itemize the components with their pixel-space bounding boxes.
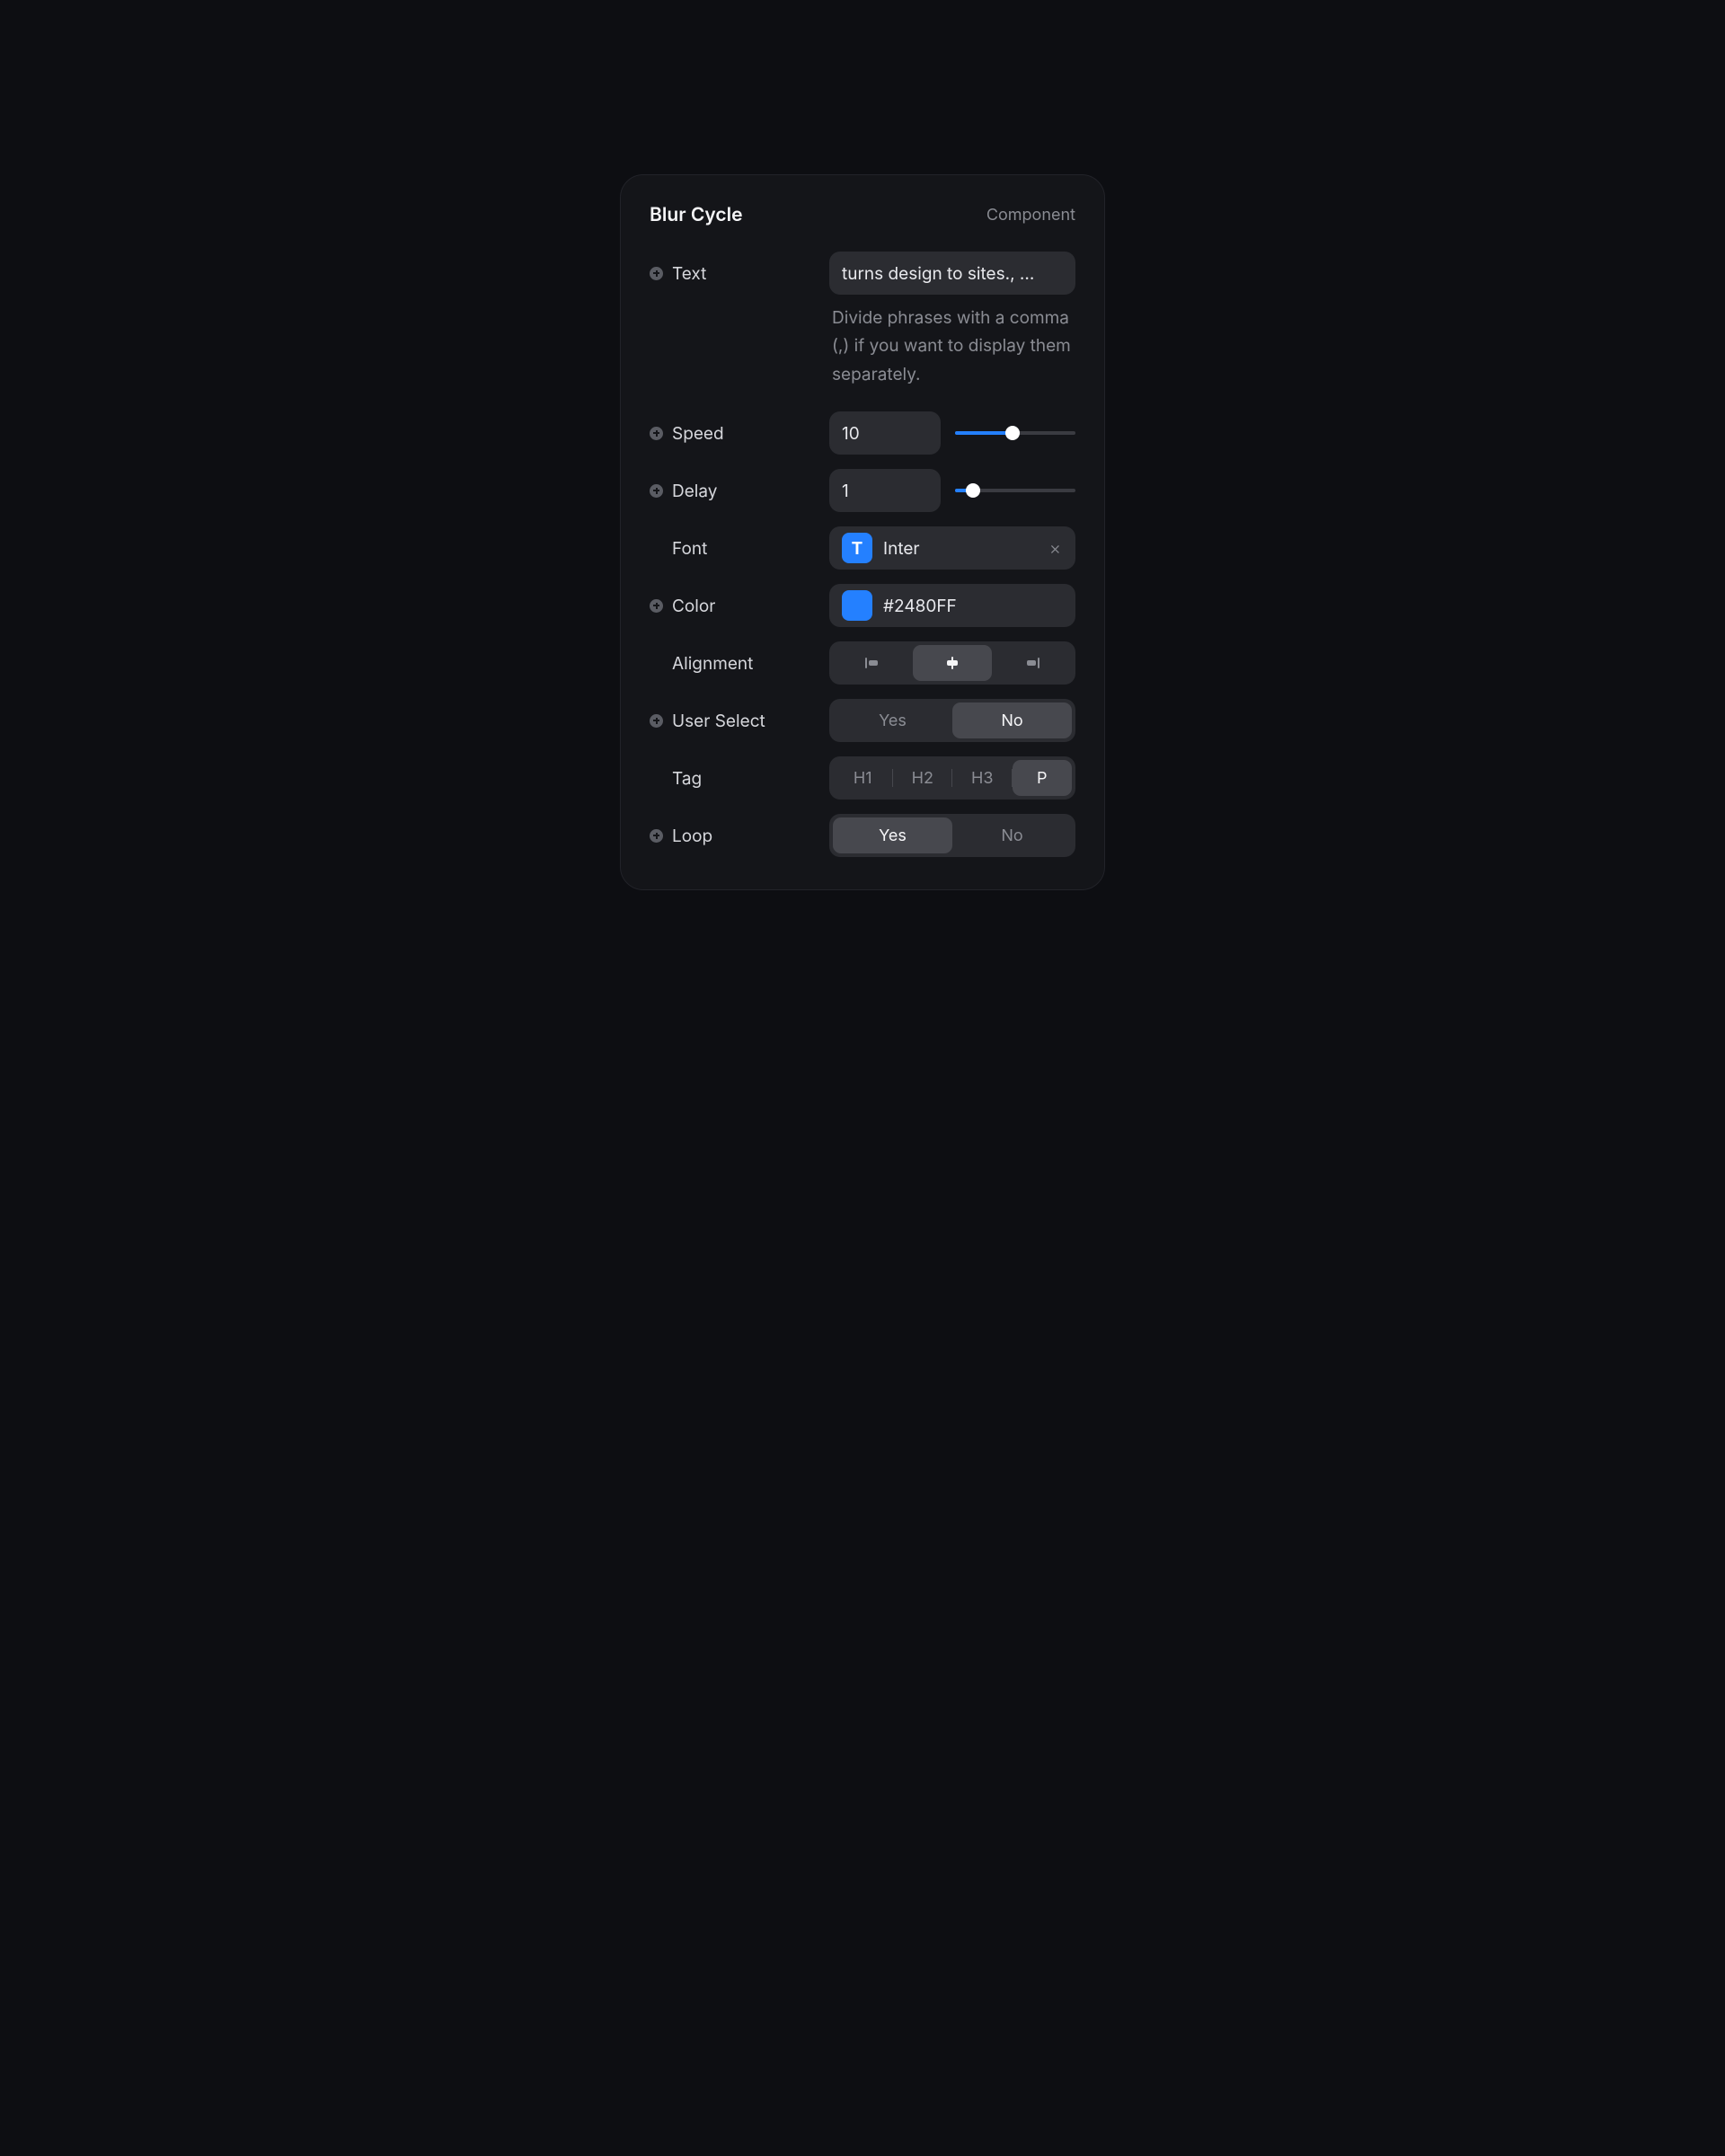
font-type-icon: T (842, 533, 872, 563)
label-text: Text (672, 263, 706, 284)
speed-value: 10 (842, 423, 860, 444)
label-color: Color (672, 596, 715, 616)
label-delay: Delay (672, 481, 717, 501)
text-input-value: turns design to sites., ... (842, 263, 1034, 284)
text-input[interactable]: turns design to sites., ... (829, 252, 1075, 295)
loop-yes[interactable]: Yes (833, 817, 952, 853)
row-speed: Speed 10 (650, 411, 1075, 455)
text-hint: Divide phrases with a comma (,) if you w… (829, 304, 1075, 388)
delay-slider[interactable] (955, 482, 1075, 499)
row-loop: Loop Yes No (650, 814, 1075, 857)
speed-slider-fill (955, 431, 1013, 435)
row-color: Color #2480FF (650, 584, 1075, 627)
tag-h2[interactable]: H2 (893, 760, 953, 796)
loop-segmented-control: Yes No (829, 814, 1075, 857)
row-tag: Tag H1 H2 H3 P (650, 756, 1075, 800)
align-right-button[interactable] (992, 645, 1072, 681)
tag-h3[interactable]: H3 (952, 760, 1013, 796)
close-icon[interactable]: × (1048, 537, 1063, 559)
row-font: Font T Inter × (650, 526, 1075, 570)
speed-slider[interactable] (955, 424, 1075, 442)
loop-no[interactable]: No (952, 817, 1072, 853)
user-select-yes[interactable]: Yes (833, 702, 952, 738)
label-speed: Speed (672, 423, 724, 444)
row-delay: Delay 1 (650, 469, 1075, 512)
alignment-segmented-control (829, 641, 1075, 685)
delay-slider-thumb[interactable] (966, 483, 980, 498)
align-right-icon (1023, 657, 1041, 669)
delay-value: 1 (842, 481, 849, 501)
panel-title: Blur Cycle (650, 204, 743, 226)
color-picker[interactable]: #2480FF (829, 584, 1075, 627)
user-select-no[interactable]: No (952, 702, 1072, 738)
delay-input[interactable]: 1 (829, 469, 941, 512)
tag-p[interactable]: P (1013, 760, 1073, 796)
panel-header: Blur Cycle Component (650, 204, 1075, 226)
panel-type-label: Component (986, 206, 1075, 225)
plus-circle-icon[interactable] (650, 484, 663, 498)
font-name: Inter (883, 538, 1048, 559)
row-user-select: User Select Yes No (650, 699, 1075, 742)
properties-panel: Blur Cycle Component Text turns design t… (620, 174, 1105, 890)
row-alignment: Alignment (650, 641, 1075, 685)
plus-circle-icon[interactable] (650, 267, 663, 280)
tag-h1[interactable]: H1 (833, 760, 893, 796)
color-value: #2480FF (883, 596, 957, 616)
label-loop: Loop (672, 826, 712, 846)
label-user-select: User Select (672, 711, 765, 731)
plus-circle-icon[interactable] (650, 427, 663, 440)
align-left-icon (863, 657, 881, 669)
speed-input[interactable]: 10 (829, 411, 941, 455)
row-text: Text turns design to sites., ... (650, 252, 1075, 295)
align-left-button[interactable] (833, 645, 913, 681)
plus-circle-icon[interactable] (650, 714, 663, 728)
tag-segmented-control: H1 H2 H3 P (829, 756, 1075, 800)
color-swatch[interactable] (842, 590, 872, 621)
align-center-button[interactable] (913, 645, 993, 681)
user-select-segmented-control: Yes No (829, 699, 1075, 742)
label-tag: Tag (672, 768, 702, 789)
plus-circle-icon[interactable] (650, 829, 663, 843)
label-alignment: Alignment (672, 653, 753, 674)
speed-slider-thumb[interactable] (1005, 426, 1020, 440)
align-center-icon (943, 657, 961, 669)
label-font: Font (672, 538, 707, 559)
font-selector[interactable]: T Inter × (829, 526, 1075, 570)
plus-circle-icon[interactable] (650, 599, 663, 613)
